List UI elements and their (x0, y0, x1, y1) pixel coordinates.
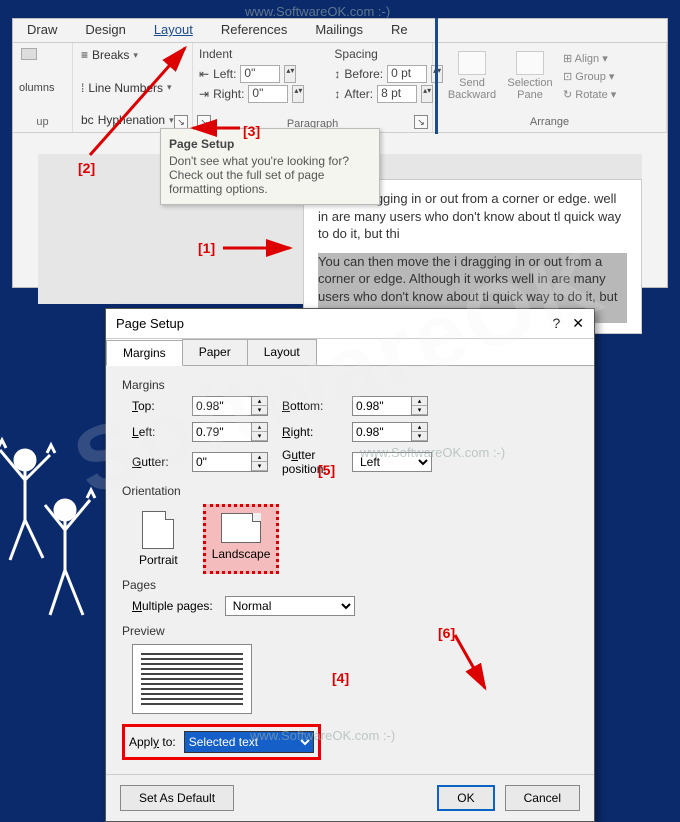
pages-label: Pages (122, 578, 578, 592)
tab-mailings[interactable]: Mailings (301, 19, 377, 42)
indent-left-input[interactable]: 0" (240, 65, 280, 83)
orientation-group: Portrait Landscape (132, 504, 578, 574)
bottom-label: Bottom: (282, 399, 352, 413)
tab-design[interactable]: Design (71, 19, 139, 42)
columns-button[interactable] (19, 47, 66, 61)
spinner[interactable]: ▴▾ (421, 85, 433, 103)
portrait-icon (142, 511, 174, 549)
annotation-4: [4] (332, 670, 349, 686)
dialog-tabs: Margins Paper Layout (106, 339, 594, 366)
annotation-5: [5] (318, 462, 335, 478)
spacing-before-input[interactable]: 0 pt (387, 65, 427, 83)
top-label: Top: (132, 399, 192, 413)
send-backward-button[interactable]: Send Backward (447, 51, 497, 102)
gutter-input[interactable]: ▴▾ (192, 452, 282, 472)
spacing-before-icon: ↕ (334, 67, 340, 81)
annotation-3: [3] (243, 123, 260, 139)
right-input[interactable]: ▴▾ (352, 422, 442, 442)
selection-pane-button[interactable]: Selection Pane (505, 51, 555, 102)
margins-section-label: Margins (122, 378, 578, 392)
spacing-after-label: After: (344, 87, 373, 101)
spacing-after-icon: ↕ (334, 87, 340, 101)
top-input[interactable]: ▴▾ (192, 396, 282, 416)
dialog-footer: Set As Default OK Cancel (106, 774, 594, 821)
dlg-tab-paper[interactable]: Paper (182, 339, 248, 365)
spacing-title: Spacing (334, 47, 443, 61)
arrow-3 (185, 118, 245, 138)
spinner[interactable]: ▴▾ (292, 85, 304, 103)
stick-figures-decoration (0, 420, 105, 640)
spacing-after-input[interactable]: 8 pt (377, 85, 417, 103)
arrow-1 (218, 238, 298, 258)
set-default-button[interactable]: Set As Default (120, 785, 234, 811)
spinner[interactable]: ▴▾ (284, 65, 296, 83)
align-button[interactable]: ⊞ Align ▾ (563, 51, 616, 66)
apply-to-label: Apply to: (129, 735, 176, 749)
preview-label: Preview (122, 624, 578, 638)
selection-pane-icon (516, 51, 544, 75)
columns-label: olumns (19, 82, 66, 94)
landscape-icon (221, 513, 261, 543)
close-button[interactable]: ✕ (572, 315, 584, 332)
apply-to-select[interactable]: Selected text (184, 731, 314, 753)
annotation-2: [2] (78, 160, 95, 176)
tooltip-body: Don't see what you're looking for? Check… (169, 154, 371, 196)
orientation-label: Orientation (122, 484, 578, 498)
right-label: Right: (282, 425, 352, 439)
arrow-2 (80, 40, 210, 160)
multiple-pages-label: Multiple pages: (132, 599, 213, 613)
paragraph-launcher[interactable]: ↘ (414, 115, 428, 129)
gutter-pos-select[interactable]: Left (352, 452, 432, 472)
annotation-1: [1] (198, 240, 215, 256)
tab-review[interactable]: Re (377, 19, 422, 42)
gutter-pos-label: Gutter position: (282, 448, 352, 476)
group-button[interactable]: ⊡ Group ▾ (563, 69, 616, 84)
help-button[interactable]: ? (552, 315, 560, 332)
dialog-titlebar: Page Setup ? ✕ (106, 309, 594, 339)
group-arrange: Send Backward Selection Pane ⊞ Align ▾ ⊡… (433, 43, 667, 132)
indent-right-label: Right: (213, 87, 244, 101)
dlg-tab-margins[interactable]: Margins (106, 340, 183, 366)
dialog-title: Page Setup (116, 316, 184, 331)
portrait-button[interactable]: Portrait (132, 504, 185, 574)
margins-grid: Top: ▴▾ Bottom: ▴▾ Left: ▴▾ Right: ▴▾ Gu… (132, 396, 578, 476)
cancel-button[interactable]: Cancel (505, 785, 580, 811)
left-input[interactable]: ▴▾ (192, 422, 282, 442)
tab-layout[interactable]: Layout (140, 19, 207, 42)
columns-icon (21, 48, 37, 60)
rotate-button[interactable]: ↻ Rotate ▾ (563, 87, 616, 102)
dialog-body: Margins Top: ▴▾ Bottom: ▴▾ Left: ▴▾ Righ… (106, 366, 594, 774)
vertical-divider (435, 18, 438, 134)
bottom-input[interactable]: ▴▾ (352, 396, 442, 416)
indent-left-label: Left: (213, 67, 236, 81)
annotation-6: [6] (438, 625, 455, 641)
tab-references[interactable]: References (207, 19, 301, 42)
spacing-before-label: Before: (344, 67, 383, 81)
group-columns: olumns up (13, 43, 73, 132)
left-label: Left: (132, 425, 192, 439)
apply-to-row: Apply to: Selected text (122, 724, 321, 760)
multiple-pages-select[interactable]: Normal (225, 596, 355, 616)
dlg-tab-layout[interactable]: Layout (247, 339, 317, 365)
group-label-arrange: Arrange (439, 116, 660, 128)
landscape-button[interactable]: Landscape (203, 504, 280, 574)
group-label-setup: up (19, 116, 66, 128)
indent-right-input[interactable]: 0" (248, 85, 288, 103)
send-backward-icon (458, 51, 486, 75)
indent-title: Indent (199, 47, 304, 61)
ok-button[interactable]: OK (437, 785, 494, 811)
watermark-text: www.SoftwareOK.com :-) (245, 4, 390, 19)
gutter-label: Gutter: (132, 455, 192, 469)
tab-draw[interactable]: Draw (13, 19, 71, 42)
preview-box (132, 644, 252, 714)
